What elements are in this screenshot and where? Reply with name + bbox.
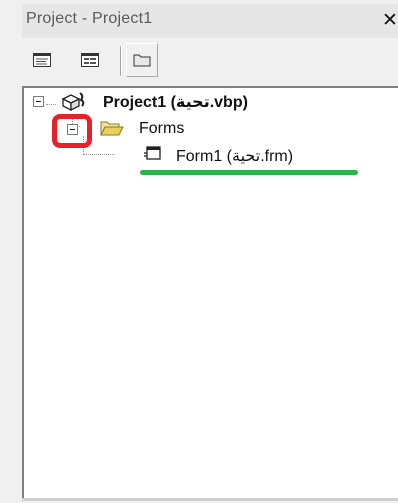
- form1-underline: [140, 170, 358, 175]
- view-code-button[interactable]: [32, 50, 52, 70]
- form1-node-label[interactable]: Form1 (تحية.frm): [176, 146, 293, 166]
- project-icon: [61, 92, 85, 112]
- collapse-toggle-highlight: [52, 114, 92, 148]
- toggle-folders-button[interactable]: [126, 43, 158, 77]
- toolbar: [22, 40, 398, 82]
- project-explorer-window: Project - Project1 ✕ Project1 (تحية.vbp)…: [0, 0, 398, 503]
- window-title: Project - Project1: [26, 10, 153, 27]
- project-collapse-toggle[interactable]: [33, 96, 44, 107]
- pane-bottom-border: [22, 498, 398, 501]
- view-code-icon: [33, 53, 51, 67]
- folder-open-icon: [100, 121, 124, 136]
- toggle-folders-icon: [133, 54, 151, 67]
- project-node-label[interactable]: Project1 (تحية.vbp): [103, 92, 248, 112]
- close-button[interactable]: ✕: [382, 10, 398, 32]
- tree-connector: [46, 104, 56, 105]
- form-icon: [144, 146, 161, 160]
- view-object-icon: [81, 53, 99, 67]
- forms-folder-label[interactable]: Forms: [139, 120, 184, 138]
- view-object-button[interactable]: [80, 50, 100, 70]
- tree-connector: [83, 154, 115, 155]
- title-bar: Project - Project1 ✕: [22, 4, 398, 38]
- toolbar-separator: [120, 46, 122, 76]
